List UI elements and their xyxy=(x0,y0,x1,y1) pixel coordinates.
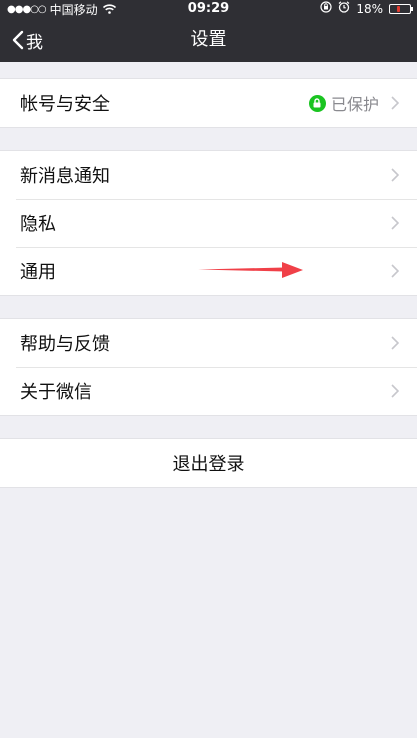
battery-icon xyxy=(389,3,413,14)
status-right: 18% xyxy=(314,1,413,16)
chevron-right-icon xyxy=(391,264,399,278)
row-label: 隐私 xyxy=(20,214,56,235)
row-label: 通用 xyxy=(20,262,56,283)
status-badge: 已保护 xyxy=(308,79,379,127)
chevron-right-icon xyxy=(391,384,399,398)
annotation-arrow-icon xyxy=(198,262,303,278)
page-title: 设置 xyxy=(190,29,227,50)
logout-button[interactable]: 退出登录 xyxy=(0,439,417,487)
row-privacy[interactable]: 隐私 xyxy=(0,199,417,247)
row-new-message-notifications[interactable]: 新消息通知 xyxy=(0,151,417,199)
lock-icon xyxy=(308,94,326,112)
battery-percent: 18% xyxy=(356,1,383,16)
battery-fill xyxy=(397,5,400,12)
row-account-security[interactable]: 帐号与安全 已保护 xyxy=(0,79,417,127)
status-bar: ●●●○○ 中国移动 09:29 18% xyxy=(0,0,417,18)
row-help-feedback[interactable]: 帮助与反馈 xyxy=(0,319,417,367)
row-about-wechat[interactable]: 关于微信 xyxy=(0,367,417,415)
chevron-right-icon xyxy=(391,96,399,110)
rotation-lock-icon xyxy=(320,1,332,16)
chevron-right-icon xyxy=(391,336,399,350)
settings-group-account: 帐号与安全 已保护 xyxy=(0,78,417,128)
chevron-right-icon xyxy=(391,168,399,182)
alarm-icon xyxy=(338,1,350,16)
row-label: 帮助与反馈 xyxy=(20,334,110,355)
row-label: 新消息通知 xyxy=(20,166,110,187)
row-label: 帐号与安全 xyxy=(20,94,110,115)
settings-group-help: 帮助与反馈 关于微信 xyxy=(0,318,417,416)
nav-bar: 我 设置 xyxy=(0,18,417,62)
protection-status: 已保护 xyxy=(330,95,379,114)
chevron-right-icon xyxy=(391,216,399,230)
logout-group: 退出登录 xyxy=(0,438,417,488)
row-label: 关于微信 xyxy=(20,382,92,403)
